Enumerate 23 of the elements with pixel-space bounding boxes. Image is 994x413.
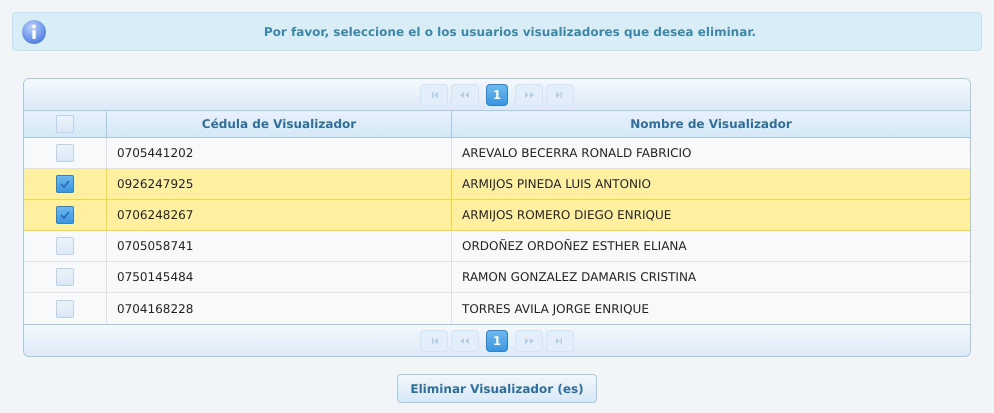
checkbox[interactable]: [56, 175, 74, 193]
delete-button[interactable]: Eliminar Visualizador (es): [397, 374, 597, 403]
checkbox[interactable]: [56, 300, 74, 318]
checkbox[interactable]: [56, 144, 74, 162]
column-header[interactable]: Cédula de Visualizador: [107, 111, 452, 138]
table-cell: 0705441202: [107, 138, 452, 169]
message-text: Por favor, seleccione el o los usuarios visualizadores que desea eliminar.: [262, 24, 758, 40]
checkbox[interactable]: [56, 237, 74, 255]
checkbox[interactable]: [56, 115, 74, 133]
table-cell: ARMIJOS PINEDA LUIS ANTONIO: [452, 169, 970, 200]
table-cell: 0926247925: [107, 169, 452, 200]
check-icon: [60, 180, 70, 188]
info-icon: [21, 18, 47, 44]
table-cell: ARMIJOS ROMERO DIEGO ENRIQUE: [452, 200, 970, 231]
table-cell: 0705058741: [107, 231, 452, 262]
check-icon: [60, 211, 70, 219]
checkbox[interactable]: [56, 206, 74, 224]
page-button[interactable]: 1: [486, 84, 508, 106]
page-button[interactable]: 1: [486, 330, 508, 352]
table-cell: 0706248267: [107, 200, 452, 231]
column-header[interactable]: Nombre de Visualizador: [452, 111, 970, 138]
table-cell: 0750145484: [107, 262, 452, 293]
checkbox[interactable]: [56, 268, 74, 286]
